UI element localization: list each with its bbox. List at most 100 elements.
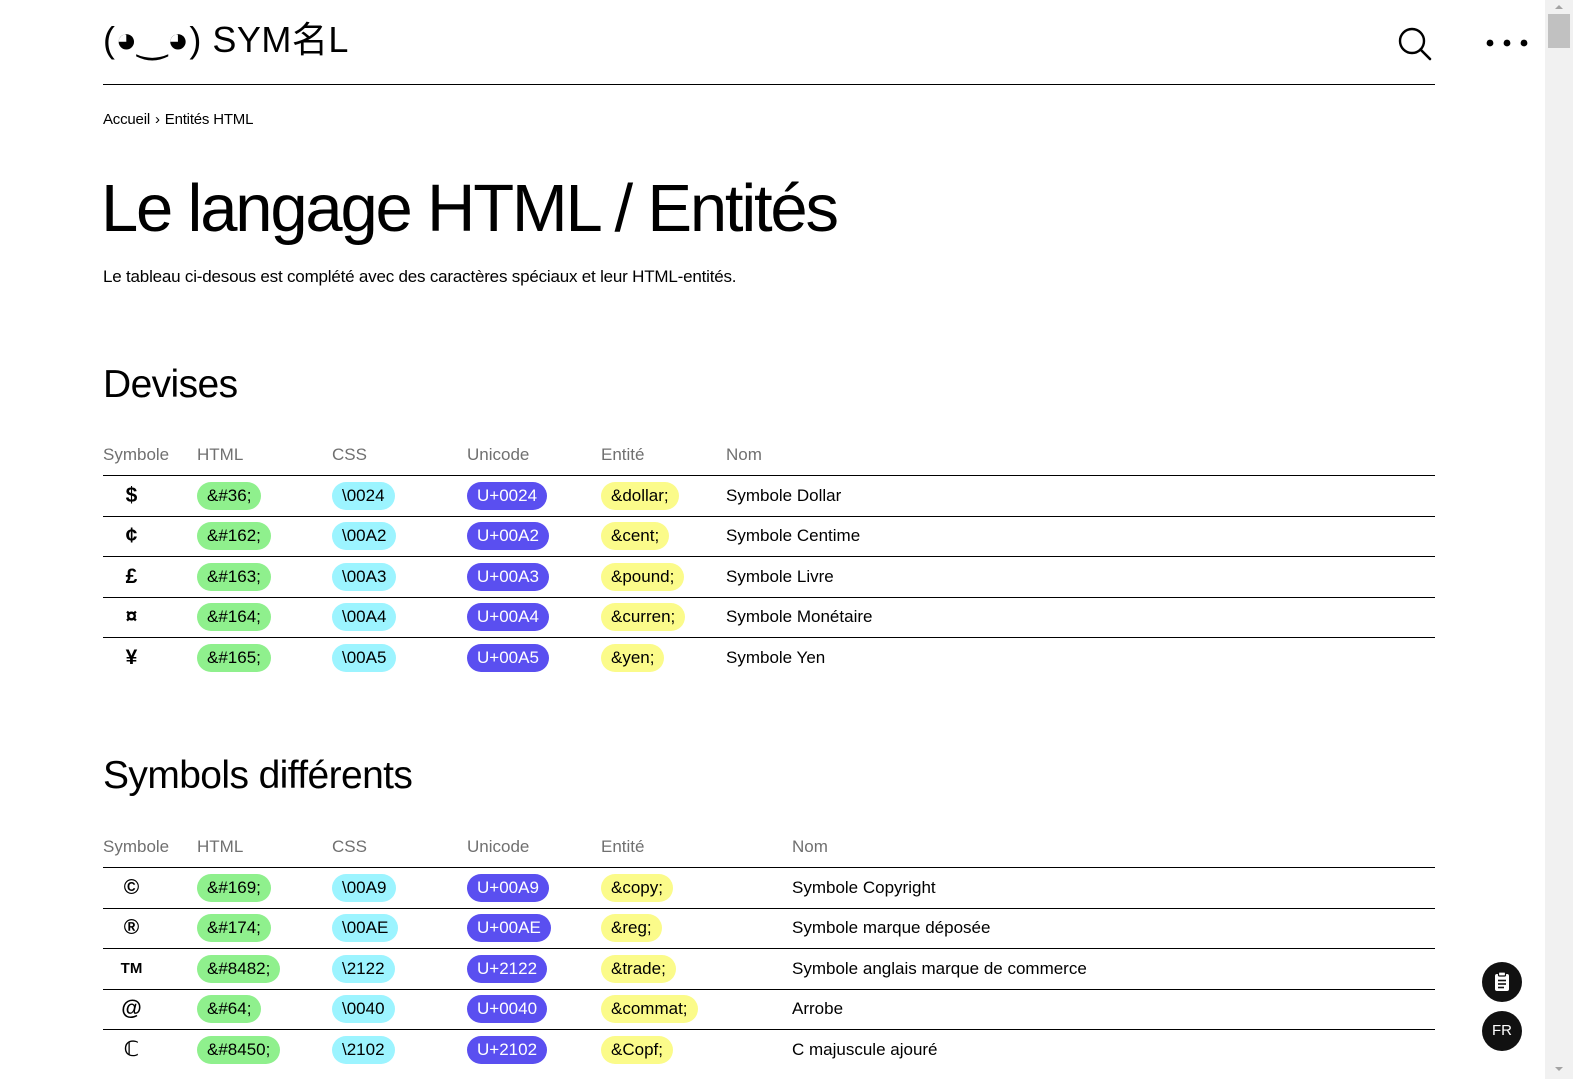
scroll-up-arrow-icon[interactable] — [1545, 0, 1573, 14]
html-code-pill[interactable]: &#8482; — [197, 954, 281, 983]
table-row: ¤ &#164; \00A4 U+00A4 &curren; Symbole M… — [103, 597, 1435, 638]
search-button[interactable] — [1397, 26, 1433, 62]
symbol-cell[interactable]: $ — [103, 475, 197, 517]
breadcrumb: Accueil › Entités HTML — [103, 111, 253, 129]
entity-pill[interactable]: &Copf; — [601, 1035, 673, 1064]
symbol-cell[interactable]: ¢ — [103, 516, 197, 557]
html-code-pill[interactable]: &#174; — [197, 914, 271, 943]
html-code-pill[interactable]: &#162; — [197, 522, 271, 551]
more-menu-button[interactable] — [1486, 28, 1530, 58]
unicode-pill[interactable]: U+2102 — [467, 1035, 548, 1064]
html-code-pill[interactable]: &#164; — [197, 603, 271, 632]
symbols-table-devises: Symbole HTML CSS Unicode Entité Nom $ &#… — [103, 435, 1435, 678]
entity-pill[interactable]: &trade; — [601, 954, 676, 983]
html-code-pill[interactable]: &#64; — [197, 995, 262, 1024]
unicode-pill[interactable]: U+00A3 — [467, 562, 549, 591]
css-code-pill[interactable]: \00A3 — [332, 562, 397, 591]
section-title-devises: Devises — [103, 363, 238, 406]
entity-pill[interactable]: &yen; — [601, 643, 665, 672]
symbol-cell[interactable]: @ — [103, 989, 197, 1030]
unicode-pill[interactable]: U+0024 — [467, 481, 548, 510]
entity-pill[interactable]: &cent; — [601, 522, 670, 551]
css-code-pill[interactable]: \2102 — [332, 1035, 395, 1064]
breadcrumb-home-link[interactable]: Accueil — [103, 111, 150, 128]
table-header-row: Symbole HTML CSS Unicode Entité Nom — [103, 827, 1435, 868]
symbol-name: Symbole Monétaire — [726, 597, 1435, 638]
unicode-pill[interactable]: U+00A9 — [467, 873, 549, 902]
html-code-pill[interactable]: &#165; — [197, 643, 271, 672]
table-row: ® &#174; \00AE U+00AE &reg; Symbole marq… — [103, 908, 1435, 949]
symbol-cell[interactable]: TM — [103, 948, 197, 990]
col-header-html: HTML — [197, 435, 332, 476]
symbol-cell[interactable]: £ — [103, 556, 197, 598]
page-title: Le langage HTML / Entités — [101, 171, 839, 246]
table-row: ¢ &#162; \00A2 U+00A2 &cent; Symbole Cen… — [103, 516, 1435, 557]
col-header-html: HTML — [197, 827, 332, 868]
symbol-name: Symbole marque déposée — [792, 908, 1435, 949]
unicode-pill[interactable]: U+00A5 — [467, 643, 549, 672]
html-code-pill[interactable]: &#36; — [197, 481, 262, 510]
entity-pill[interactable]: &pound; — [601, 562, 685, 591]
table-row: ℂ &#8450; \2102 U+2102 &Copf; C majuscul… — [103, 1030, 1435, 1070]
symbol-cell[interactable]: ® — [103, 908, 197, 949]
html-code-pill[interactable]: &#169; — [197, 873, 271, 902]
table-row: ¥ &#165; \00A5 U+00A5 &yen; Symbole Yen — [103, 638, 1435, 678]
css-code-pill[interactable]: \00A5 — [332, 643, 397, 672]
entity-pill[interactable]: &dollar; — [601, 481, 679, 510]
entity-pill[interactable]: &copy; — [601, 873, 673, 902]
clipboard-icon — [1495, 971, 1509, 991]
clipboard-button[interactable] — [1482, 962, 1522, 1002]
unicode-pill[interactable]: U+00A4 — [467, 603, 549, 632]
symbol-name: Symbole Centime — [726, 516, 1435, 557]
symbol-cell[interactable]: ℂ — [103, 1030, 197, 1070]
css-code-pill[interactable]: \0024 — [332, 481, 395, 510]
table-row: $ &#36; \0024 U+0024 &dollar; Symbole Do… — [103, 475, 1435, 517]
col-header-css: CSS — [332, 827, 467, 868]
symbol-cell[interactable]: © — [103, 867, 197, 909]
breadcrumb-separator: › — [154, 111, 160, 128]
symbol-name: Symbole Dollar — [726, 475, 1435, 517]
table-row: £ &#163; \00A3 U+00A3 &pound; Symbole Li… — [103, 556, 1435, 598]
symbols-table-misc: Symbole HTML CSS Unicode Entité Nom © &#… — [103, 827, 1435, 1070]
unicode-pill[interactable]: U+2122 — [467, 954, 548, 983]
more-dots-icon — [1486, 39, 1528, 47]
entity-pill[interactable]: &curren; — [601, 603, 686, 632]
unicode-pill[interactable]: U+00AE — [467, 914, 551, 943]
site-logo[interactable]: (◕‿◕) SYM名L — [103, 18, 349, 62]
css-code-pill[interactable]: \00A2 — [332, 522, 397, 551]
table-header-row: Symbole HTML CSS Unicode Entité Nom — [103, 435, 1435, 476]
col-header-css: CSS — [332, 435, 467, 476]
breadcrumb-current: Entités HTML — [164, 111, 254, 128]
symbol-name: Arrobe — [792, 989, 1435, 1030]
css-code-pill[interactable]: \00A4 — [332, 603, 397, 632]
entity-pill[interactable]: &commat; — [601, 995, 698, 1024]
col-header-name: Nom — [726, 435, 1435, 476]
css-code-pill[interactable]: \0040 — [332, 995, 395, 1024]
symbol-cell[interactable]: ¥ — [103, 638, 197, 678]
site-header: (◕‿◕) SYM名L — [103, 0, 1528, 85]
col-header-entity: Entité — [601, 827, 792, 868]
css-code-pill[interactable]: \00A9 — [332, 873, 397, 902]
unicode-pill[interactable]: U+0040 — [467, 995, 548, 1024]
css-code-pill[interactable]: \2122 — [332, 954, 395, 983]
symbol-name: Symbole Copyright — [792, 867, 1435, 909]
col-header-unicode: Unicode — [467, 435, 601, 476]
table-row: TM &#8482; \2122 U+2122 &trade; Symbole … — [103, 948, 1435, 990]
symbol-cell[interactable]: ¤ — [103, 597, 197, 638]
col-header-unicode: Unicode — [467, 827, 601, 868]
col-header-name: Nom — [792, 827, 1435, 868]
vertical-scrollbar[interactable] — [1545, 0, 1573, 1079]
scroll-down-arrow-icon[interactable] — [1545, 1062, 1573, 1076]
symbol-name: Symbole Livre — [726, 556, 1435, 598]
html-code-pill[interactable]: &#8450; — [197, 1035, 281, 1064]
symbol-name: C majuscule ajouré — [792, 1039, 938, 1059]
symbol-name: Symbole Yen — [726, 647, 826, 667]
language-button[interactable]: FR — [1482, 1011, 1522, 1051]
entity-pill[interactable]: &reg; — [601, 914, 662, 943]
scrollbar-thumb[interactable] — [1548, 14, 1570, 48]
html-code-pill[interactable]: &#163; — [197, 562, 271, 591]
unicode-pill[interactable]: U+00A2 — [467, 522, 549, 551]
css-code-pill[interactable]: \00AE — [332, 914, 399, 943]
section-title-symbols: Symbols différents — [103, 754, 413, 797]
table-row: © &#169; \00A9 U+00A9 &copy; Symbole Cop… — [103, 867, 1435, 909]
